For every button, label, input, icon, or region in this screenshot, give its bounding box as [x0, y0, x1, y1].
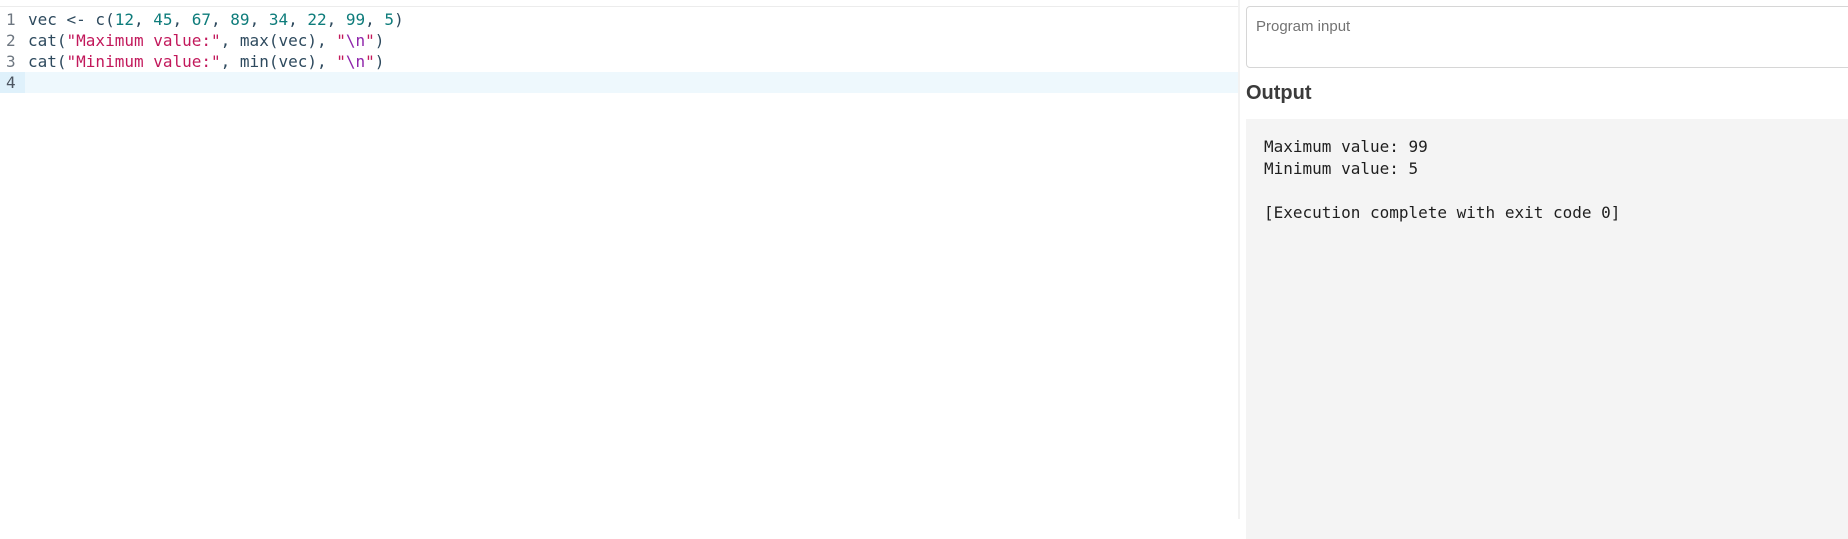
code-line[interactable]: 4 — [0, 72, 1238, 93]
code-token-plain: , — [288, 10, 308, 29]
code-token-plain: , — [249, 10, 269, 29]
code-token-plain: ) — [374, 52, 385, 71]
code-token-str: "Minimum value:" — [66, 52, 221, 71]
code-token-plain: , — [211, 10, 231, 29]
code-token-num: 67 — [191, 10, 212, 29]
code-token-str: " — [365, 52, 375, 71]
code-token-num: 22 — [307, 10, 327, 29]
line-number: 1 — [6, 10, 16, 29]
code-token-esc: \n — [345, 31, 366, 50]
code-token-plain: cat( — [28, 31, 67, 50]
code-token-num: 5 — [384, 10, 395, 29]
right-panel: Program input Output Maximum value: 99 Mi… — [1246, 0, 1848, 539]
output-panel: Maximum value: 99 Minimum value: 5 [Execut… — [1246, 119, 1848, 539]
panel-divider[interactable] — [1238, 0, 1240, 519]
code-line[interactable]: 1 vec <- c(12, 45, 67, 89, 34, 22, 99, 5) — [0, 9, 1238, 30]
code-token-plain: vec <- c( — [28, 10, 115, 29]
code-token-str: "Maximum value:" — [66, 31, 221, 50]
code-token-str: " — [336, 52, 346, 71]
line-number: 2 — [6, 31, 16, 50]
code-token-esc: \n — [345, 52, 366, 71]
output-line: Minimum value: 5 — [1264, 159, 1419, 178]
code-token-plain: cat( — [28, 52, 67, 71]
program-input-placeholder: Program input — [1256, 18, 1351, 35]
output-line: [Execution complete with exit code 0] — [1264, 203, 1621, 222]
code-token-plain: , — [172, 10, 192, 29]
code-line[interactable]: 3 cat("Minimum value:", min(vec), "\n") — [0, 51, 1238, 72]
code-token-num: 99 — [345, 10, 366, 29]
code-text: cat("Minimum value:", min(vec), "\n") — [28, 51, 384, 72]
code-text: cat("Maximum value:", max(vec), "\n") — [28, 30, 384, 51]
code-token-plain: , — [365, 10, 385, 29]
output-title: Output — [1246, 82, 1312, 104]
line-number: 4 — [0, 72, 25, 93]
code-token-plain: , — [133, 10, 154, 29]
program-input-field[interactable]: Program input — [1246, 6, 1848, 68]
code-editor[interactable]: 1 vec <- c(12, 45, 67, 89, 34, 22, 99, 5)… — [0, 7, 1238, 519]
code-token-plain: , min(vec), — [220, 52, 337, 71]
code-token-plain: , — [326, 10, 346, 29]
code-token-num: 12 — [114, 10, 134, 29]
code-token-str: " — [365, 31, 375, 50]
code-token-num: 89 — [230, 10, 250, 29]
code-token-plain: , max(vec), — [220, 31, 337, 50]
code-token-num: 34 — [268, 10, 289, 29]
code-token-plain: ) — [374, 31, 385, 50]
line-number: 3 — [6, 52, 16, 71]
code-token-plain: ) — [394, 10, 404, 29]
code-text: vec <- c(12, 45, 67, 89, 34, 22, 99, 5) — [28, 9, 404, 30]
code-token-str: " — [336, 31, 346, 50]
code-token-num: 45 — [153, 10, 173, 29]
code-line[interactable]: 2 cat("Maximum value:", max(vec), "\n") — [0, 30, 1238, 51]
